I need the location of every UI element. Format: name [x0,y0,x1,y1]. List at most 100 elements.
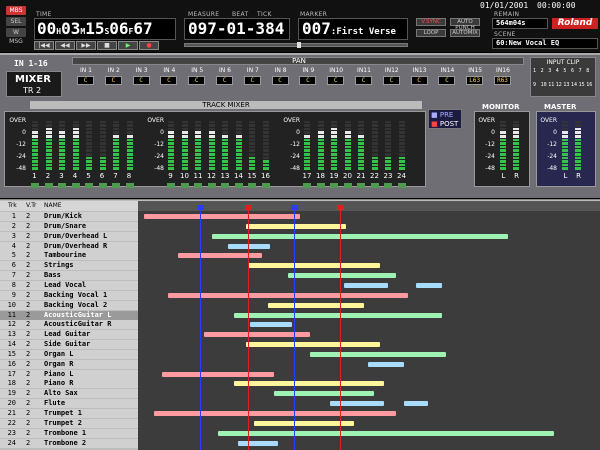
pan-knob[interactable]: C [299,76,317,85]
track-name[interactable]: Piano R [44,379,138,388]
track-row[interactable]: 8 2 Lead Vocal [0,280,600,290]
audio-clip[interactable] [274,391,374,397]
fast-forward-button[interactable]: ▶▶ [76,41,96,50]
pan-knob[interactable]: C [160,76,178,85]
track-row[interactable]: 17 2 Piano L [0,369,600,379]
audio-clip[interactable] [268,302,364,308]
track-name[interactable]: Drum/Kick [44,212,138,221]
channel-button-7[interactable] [112,183,120,188]
audio-clip[interactable] [168,292,408,298]
pan-knob[interactable]: C [188,76,206,85]
track-vtrack[interactable]: 2 [26,409,34,418]
channel-button-17[interactable] [303,183,311,188]
track-row[interactable]: 10 2 Backing Vocal 2 [0,300,600,310]
play-button[interactable]: ▶ [118,41,138,50]
track-row[interactable]: 22 2 Trumpet 2 [0,418,600,428]
audio-clip[interactable] [288,273,396,279]
track-row[interactable]: 3 2 Drum/Overhead L [0,231,600,241]
record-button[interactable]: ● [139,41,159,50]
channel-button-9[interactable] [167,183,175,188]
locator-flag[interactable] [197,205,204,210]
track-name[interactable]: Backing Vocal 1 [44,291,138,300]
pan-knob[interactable]: C [216,76,233,85]
track-name[interactable]: Drum/Snare [44,222,138,231]
audio-clip[interactable] [228,243,270,249]
audio-clip[interactable] [250,322,292,328]
track-row[interactable]: 5 2 Tambourine [0,251,600,261]
audio-clip[interactable] [162,371,274,377]
track-row[interactable]: 14 2 Side Guitar [0,340,600,350]
track-name[interactable]: Organ L [44,350,138,359]
audio-clip[interactable] [246,223,346,229]
channel-button-10[interactable] [180,183,189,188]
pre-post-box[interactable]: ■ PRE ■ POST [428,109,462,129]
pan-knob[interactable]: C [438,76,456,85]
track-name[interactable]: Drum/Overhead R [44,242,138,251]
channel-button-8[interactable] [125,183,134,188]
audio-clip[interactable] [212,233,508,239]
timeline-ruler[interactable] [138,201,600,211]
audio-clip[interactable] [404,401,428,407]
track-name[interactable]: Trombone 2 [44,439,138,448]
channel-button-16[interactable] [261,183,270,188]
track-name[interactable]: Side Guitar [44,340,138,349]
stop-button[interactable]: ■ [97,41,117,50]
audio-clip[interactable] [154,411,396,416]
track-vtrack[interactable]: 2 [26,291,34,300]
audio-clip[interactable] [238,440,278,446]
track-row[interactable]: 13 2 Lead Guitar [0,330,600,340]
locator-flag[interactable] [337,205,344,210]
to-zero-button[interactable]: |◀◀ [34,41,54,50]
pan-knob[interactable]: R63 [494,76,511,85]
audio-clip[interactable] [368,361,404,367]
channel-button-21[interactable] [357,183,365,188]
track-vtrack[interactable]: 2 [26,370,34,379]
track-row[interactable]: 21 2 Trumpet 1 [0,409,600,418]
pan-knob[interactable]: C [243,76,261,85]
track-name[interactable]: Piano L [44,370,138,379]
audio-clip[interactable] [248,263,380,269]
track-row[interactable]: 12 2 AcousticGuitar R [0,320,600,330]
track-row[interactable]: 1 2 Drum/Kick [0,212,600,221]
pan-knob[interactable]: C [77,76,94,85]
track-row[interactable]: 4 2 Drum/Overhead R [0,241,600,251]
automix-button[interactable]: AUTOMIX [450,29,480,37]
track-row[interactable]: 24 2 Trombone 2 [0,438,600,448]
audio-clip[interactable] [234,381,384,387]
sel-button[interactable]: SEL [6,17,26,26]
channel-button-5[interactable] [85,183,93,188]
channel-button-23[interactable] [384,183,392,188]
track-vtrack[interactable]: 2 [26,389,34,398]
pan-knob[interactable]: C [327,76,345,85]
wmsg-button[interactable]: W MSG [6,28,26,45]
track-name[interactable]: Lead Vocal [44,281,138,290]
track-name[interactable]: AcousticGuitar R [44,320,138,329]
rewind-button[interactable]: ◀◀ [55,41,75,50]
track-vtrack[interactable]: 2 [26,399,34,408]
locator-flag[interactable] [245,205,252,210]
channel-button-4[interactable] [71,183,80,188]
track-name[interactable]: Organ R [44,360,138,369]
track-row[interactable]: 23 2 Trombone 1 [0,428,600,438]
audio-clip[interactable] [310,351,446,357]
pan-knob[interactable]: C [104,76,122,85]
channel-button-14[interactable] [234,183,243,188]
channel-button-2[interactable] [44,183,53,188]
track-vtrack[interactable]: 2 [26,429,34,438]
pre-option[interactable]: ■ PRE [431,111,453,119]
track-vtrack[interactable]: 2 [26,222,34,231]
channel-button-20[interactable] [343,183,352,188]
track-row[interactable]: 2 2 Drum/Snare [0,221,600,231]
pan-knob[interactable]: C [410,76,428,85]
track-name[interactable]: Drum/Overhead L [44,232,138,241]
audio-clip[interactable] [246,342,380,348]
audio-clip[interactable] [330,401,384,407]
pan-knob[interactable]: C [382,76,400,85]
track-vtrack[interactable]: 2 [26,242,34,251]
track-vtrack[interactable]: 2 [26,261,34,270]
track-name[interactable]: Trombone 1 [44,429,138,438]
audio-clip[interactable] [344,282,388,288]
position-slider[interactable] [184,42,408,48]
track-vtrack[interactable]: 2 [26,350,34,359]
channel-button-15[interactable] [248,183,256,188]
